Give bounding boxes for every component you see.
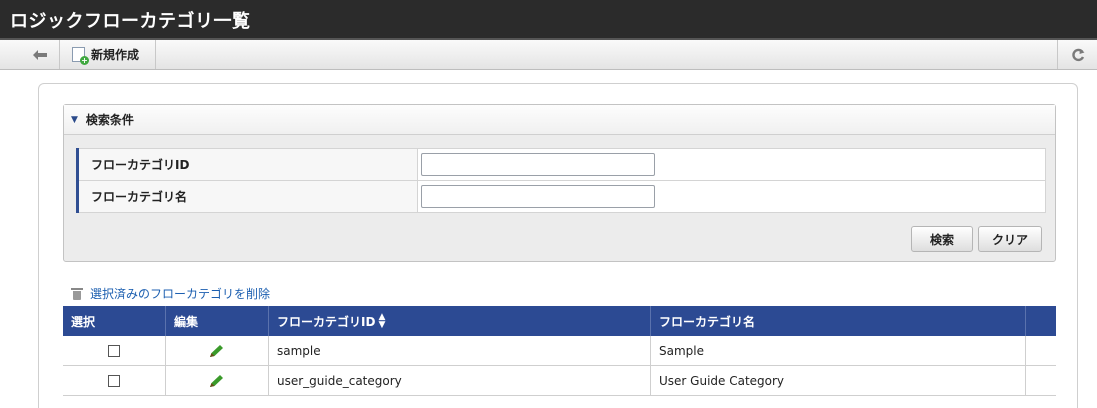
back-arrow-icon [32,49,47,60]
pencil-icon[interactable] [209,344,225,358]
pencil-icon[interactable] [209,374,225,388]
delete-selected-link[interactable]: 選択済みのフローカテゴリを削除 [71,285,271,302]
new-button[interactable]: + 新規作成 [60,40,156,69]
search-button[interactable]: 検索 [911,226,973,252]
title-bar: ロジックフローカテゴリ一覧 [0,0,1097,40]
table-row: user_guide_category User Guide Category [63,366,1056,396]
row-category-name: Sample [651,336,1026,365]
column-edit: 編集 [166,306,269,336]
sort-icon[interactable]: ▲ ▼ [378,313,385,330]
search-panel: ▼ 検索条件 フローカテゴリID フローカテゴリ名 検索 クリア [63,104,1056,262]
category-table: 選択 編集 フローカテゴリID ▲ ▼ フローカテゴリ名 sample Sampl… [63,306,1056,396]
toolbar: + 新規作成 [0,40,1097,70]
collapse-triangle-icon[interactable]: ▼ [71,115,78,125]
row-checkbox[interactable] [108,374,120,387]
new-button-label: 新規作成 [91,48,140,62]
column-category-id[interactable]: フローカテゴリID ▲ ▼ [269,306,651,336]
page-title: ロジックフローカテゴリ一覧 [10,11,251,32]
category-id-label: フローカテゴリID [76,148,418,181]
search-conditions: フローカテゴリID フローカテゴリ名 [76,148,1046,213]
category-name-input[interactable] [421,185,655,208]
clear-button[interactable]: クリア [978,226,1042,252]
refresh-button[interactable] [1057,40,1097,69]
refresh-icon [1071,48,1084,61]
delete-selected-label: 選択済みのフローカテゴリを削除 [90,287,271,301]
row-category-name: User Guide Category [651,366,1026,395]
column-select: 選択 [63,306,166,336]
row-category-id: sample [269,336,651,365]
table-header: 選択 編集 フローカテゴリID ▲ ▼ フローカテゴリ名 [63,306,1056,336]
trash-icon [71,287,83,300]
category-name-label: フローカテゴリ名 [76,180,418,213]
column-category-id-label: フローカテゴリID [277,314,376,329]
search-panel-header[interactable]: ▼ 検索条件 [64,105,1055,135]
new-document-icon: + [72,47,89,65]
row-category-id: user_guide_category [269,366,651,395]
column-category-name: フローカテゴリ名 [651,306,1026,336]
table-row: sample Sample [63,336,1056,366]
back-button[interactable] [20,40,60,69]
row-checkbox[interactable] [108,344,120,357]
search-panel-title: 検索条件 [85,113,134,127]
category-id-input[interactable] [421,153,655,176]
